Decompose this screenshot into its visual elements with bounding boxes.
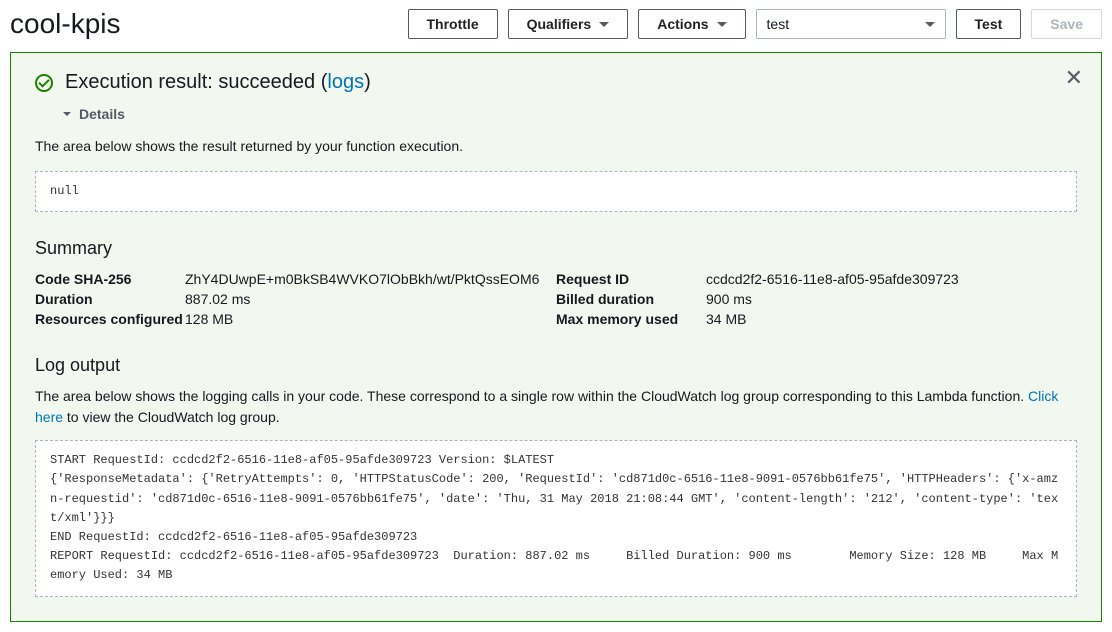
actions-dropdown[interactable]: Actions xyxy=(638,9,745,39)
test-event-select[interactable]: test xyxy=(756,9,946,39)
chevron-down-icon xyxy=(599,22,609,27)
chevron-down-icon xyxy=(925,22,935,27)
function-header: cool-kpis Throttle Qualifiers Actions te… xyxy=(0,0,1112,52)
result-description: The area below shows the result returned… xyxy=(35,136,1077,157)
result-title-suffix: ) xyxy=(364,71,371,93)
summary-value: 128 MB xyxy=(185,311,233,327)
qualifiers-label: Qualifiers xyxy=(527,16,592,32)
summary-row-duration: Duration887.02 ms xyxy=(35,289,556,309)
summary-heading: Summary xyxy=(35,238,1077,259)
save-button: Save xyxy=(1031,9,1102,39)
summary-value: ZhY4DUwpE+m0BkSB4WVKO7lObBkh/wt/PktQssEO… xyxy=(185,271,539,287)
log-output-box: START RequestId: ccdcd2f2-6516-11e8-af05… xyxy=(35,440,1077,596)
summary-value: 887.02 ms xyxy=(185,291,250,307)
details-toggle[interactable]: Details xyxy=(63,106,1077,122)
log-desc-prefix: The area below shows the logging calls i… xyxy=(35,388,1028,404)
success-check-icon xyxy=(35,74,53,92)
result-title-prefix: Execution result: succeeded ( xyxy=(65,71,327,93)
summary-value: 34 MB xyxy=(706,311,746,327)
summary-row-sha: Code SHA-256ZhY4DUwpE+m0BkSB4WVKO7lObBkh… xyxy=(35,269,556,289)
function-name: cool-kpis xyxy=(10,8,120,40)
summary-left-col: Code SHA-256ZhY4DUwpE+m0BkSB4WVKO7lObBkh… xyxy=(35,269,556,329)
chevron-down-icon xyxy=(63,112,71,116)
throttle-button[interactable]: Throttle xyxy=(408,9,498,39)
summary-label: Code SHA-256 xyxy=(35,271,185,287)
result-title: Execution result: succeeded (logs) xyxy=(65,71,371,94)
summary-grid: Code SHA-256ZhY4DUwpE+m0BkSB4WVKO7lObBkh… xyxy=(35,269,1077,329)
actions-label: Actions xyxy=(657,16,708,32)
close-icon[interactable]: ✕ xyxy=(1065,67,1083,89)
summary-value: ccdcd2f2-6516-11e8-af05-95afde309723 xyxy=(706,271,959,287)
summary-label: Max memory used xyxy=(556,311,706,327)
save-label: Save xyxy=(1050,16,1083,32)
summary-label: Request ID xyxy=(556,271,706,287)
logs-link[interactable]: logs xyxy=(327,71,364,93)
test-button[interactable]: Test xyxy=(956,9,1022,39)
throttle-label: Throttle xyxy=(427,16,479,32)
summary-right-col: Request IDccdcd2f2-6516-11e8-af05-95afde… xyxy=(556,269,1077,329)
chevron-down-icon xyxy=(717,22,727,27)
summary-row-requestid: Request IDccdcd2f2-6516-11e8-af05-95afde… xyxy=(556,269,1077,289)
log-desc-suffix: to view the CloudWatch log group. xyxy=(63,409,280,425)
summary-label: Billed duration xyxy=(556,291,706,307)
result-title-row: Execution result: succeeded (logs) xyxy=(35,71,1077,94)
summary-row-resources: Resources configured128 MB xyxy=(35,309,556,329)
log-output-heading: Log output xyxy=(35,355,1077,376)
qualifiers-dropdown[interactable]: Qualifiers xyxy=(508,9,629,39)
execution-result-panel: ✕ Execution result: succeeded (logs) Det… xyxy=(10,52,1102,622)
summary-label: Resources configured xyxy=(35,311,185,327)
summary-value: 900 ms xyxy=(706,291,752,307)
summary-row-billed: Billed duration900 ms xyxy=(556,289,1077,309)
log-description: The area below shows the logging calls i… xyxy=(35,386,1077,428)
test-label: Test xyxy=(975,16,1003,32)
details-label: Details xyxy=(79,106,125,122)
test-event-value: test xyxy=(767,16,790,32)
return-value-box: null xyxy=(35,171,1077,212)
summary-label: Duration xyxy=(35,291,185,307)
summary-row-maxmem: Max memory used34 MB xyxy=(556,309,1077,329)
